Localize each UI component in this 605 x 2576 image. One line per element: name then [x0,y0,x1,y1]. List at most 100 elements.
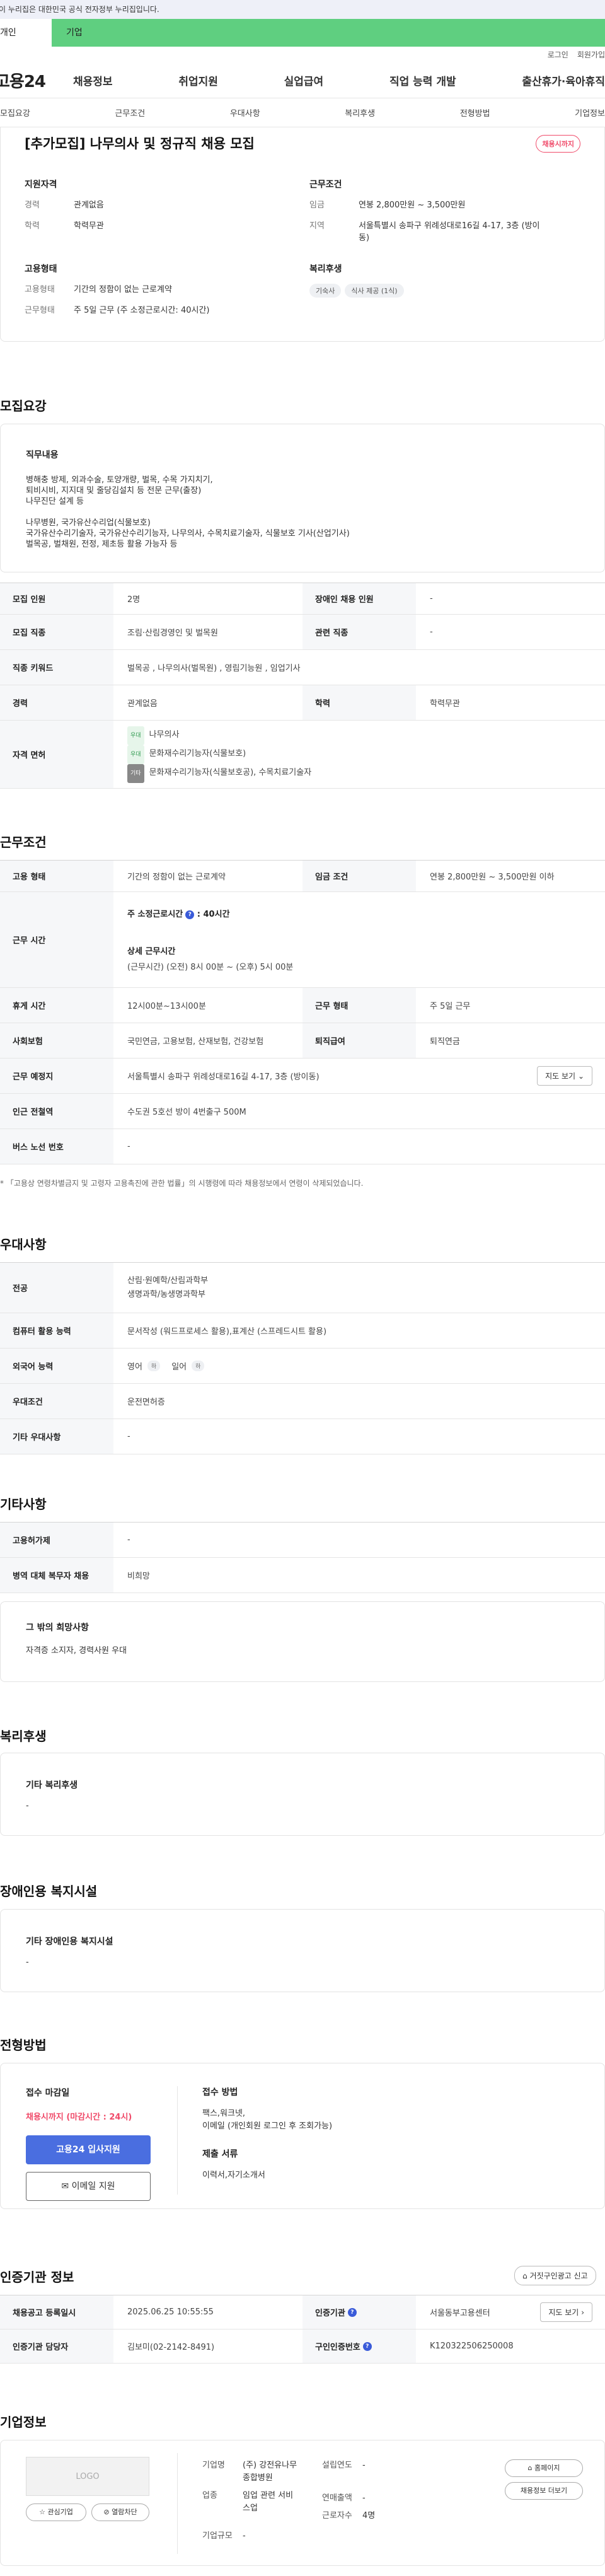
deadline-badge: 채용시까지 [536,135,580,153]
table-row: 컴퓨터 활용 능력 문서작성 (워드프로세스 활용),표계산 (스프레드시트 활용… [0,1313,605,1349]
table-row: 사회보험 국민연금, 고용보험, 산재보험, 건강보험 퇴직급여 퇴직연금 [0,1023,605,1059]
map-button[interactable]: 지도 보기 ⌄ [537,1066,592,1086]
gnb-item-leave[interactable]: 출산휴가·육아휴직 [522,73,605,88]
apply-button[interactable]: 고용24 입사지원 [26,2135,151,2164]
block-icon: ⊘ [103,2508,110,2516]
company-box: LOGO ☆ 관심기업 ⊘ 열람차단 기업명 (주) 강전유나무종합병원 설립연도 -… [0,2440,605,2566]
table-row: 외국어 능력 영어 하 일어 하 [0,1349,605,1384]
company-section-title: 기업정보 [0,2415,47,2430]
table-row: 인증기관 담당자 김보미(02-2142-8491) 구인인증번호? K1203225… [0,2329,605,2364]
employment-type-block: 고용형태 고용형태 기간의 정함이 없는 근로계약 근무형태 주 5일 근무 (주 … [25,264,210,315]
table-row: 고용 형태 기간의 정함이 없는 근로계약 임금 조건 연봉 2,800만원 ~ 3,… [0,861,605,892]
join-link[interactable]: 회원가입 [577,50,605,59]
login-link[interactable]: 로그인 [548,50,568,59]
chevron-right-icon: › [581,2308,584,2317]
preference-table: 전공 산림·원예학/산림과학부 생명과학/농생명과학부 컴퓨터 활용 능력 문서작성 … [0,1262,605,1454]
map-button[interactable]: 지도 보기 › [540,2302,592,2322]
global-nav: 고용24 채용정보 취업지원 실업급여 직업 능력 개발 출산휴가·육아휴직 [0,63,605,98]
table-row: 근무 시간 주 소정근로시간? : 40시간 상세 근무시간 (근무시간) (오… [0,892,605,988]
table-row: 경력 관계없음 학력 학력무관 [0,685,605,721]
duty-line [26,507,579,518]
block-company-button[interactable]: ⊘ 열람차단 [91,2503,149,2521]
other-table: 고용허가제 - 병역 대체 복무자 채용 비희망 [0,1522,605,1593]
recruit-section-title: 모집요강 [0,398,47,414]
disability-section-title: 장애인용 복지시설 [0,1884,98,1899]
table-row: 자격 면허 우대 나무의사 우대 문화재수리기능자(식물보호) 기타 문화재수리기능자… [0,721,605,789]
gnb-item-unemployment[interactable]: 실업급여 [284,73,324,88]
segment-company[interactable]: 기업 [52,19,605,47]
info-icon[interactable]: ? [362,2341,372,2351]
duty-box: 직무내용 병해충 방제, 외과수술, 토양개량, 벌목, 수목 가지치기, 퇴비시… [0,424,605,572]
welfare-chip: 식사 제공 (1식) [345,284,404,298]
table-row: 병역 대체 복무자 채용 비희망 [0,1558,605,1593]
table-row: 직종 키워드 벌목공 , 나무의사(벌목원) , 영림기능원 , 임업기사 [0,650,605,685]
company-info: 기업명 (주) 강전유나무종합병원 설립연도 - 업종 임업 관련 서비스업 연매출액 근로… [202,2461,376,2541]
tab-conditions[interactable]: 근무조건 [115,107,145,119]
condition-block: 근무조건 임금 연봉 2,800만원 ~ 3,500만원 지역 서울특별시 송파구 … [309,180,540,243]
divider [177,2453,178,2554]
favorite-company-button[interactable]: ☆ 관심기업 [26,2503,86,2521]
duty-line: 나무진단 설계 등 [26,497,84,506]
table-row: 휴게 시간 12시00분~13시00분 근무 형태 주 5일 근무 [0,988,605,1023]
gnb-item-training[interactable]: 직업 능력 개발 [389,73,456,88]
gnb-item-support[interactable]: 취업지원 [178,73,218,88]
email-apply-button[interactable]: ✉ 이메일 지원 [26,2172,151,2201]
welfare-block: 복리후생 기숙사 식사 제공 (1식) [309,262,549,298]
other-wish-box: 그 밖의 희망사항 자격증 소지자, 경력사원 우대 [0,1601,605,1682]
table-row: 버스 노선 번호 - [0,1129,605,1164]
chevron-down-icon: ⌄ [577,1072,584,1081]
section-tabs: 모집요강 근무조건 우대사항 복리후생 전형방법 기업정보 [0,98,605,127]
table-row: 채용공고 등록일시 2025.06.25 10:55:55 인증기관? 서울동부고용센… [0,2295,605,2329]
info-icon[interactable]: ? [347,2307,357,2317]
duty-content: 병해충 방제, 외과수술, 토양개량, 벌목, 수목 가지치기, 퇴비시비, 지지… [26,475,579,550]
info-icon[interactable]: ? [185,910,195,919]
deadline-block: 접수 마감일 채용시까지 (마감시간 : 24시) [26,2088,132,2122]
home-icon: ⌂ [527,2464,533,2472]
tab-recruit[interactable]: 모집요강 [0,107,30,119]
preference-section-title: 우대사항 [0,1237,47,1252]
divider [177,2086,178,2195]
star-icon: ☆ [39,2508,45,2516]
duty-line: 병해충 방제, 외과수술, 토양개량, 벌목, 수목 가지치기, [26,475,213,485]
table-row: 모집 인원 2명 장애인 채용 인원 - [0,583,605,615]
home-icon: ⌂ [522,2271,527,2280]
segment-personal[interactable]: 개인 [0,19,52,47]
qualification-block: 지원자격 경력 관계없음 학력 학력무관 [25,180,104,231]
other-section-title: 기타사항 [0,1497,47,1512]
method-block: 접수 방법 팩스,워크넷, 이메일 (개인회원 로그인 후 조회가능) 제출 서… [202,2087,333,2180]
welfare-chip: 기숙사 [309,284,342,298]
tab-preference[interactable]: 우대사항 [230,107,260,119]
duty-line: 나무병원, 국가유산수리업(식물보호) [26,518,151,528]
process-box: 접수 마감일 채용시까지 (마감시간 : 24시) 고용24 입사지원 ✉ 이메… [0,2063,605,2209]
duty-line: 국가유산수리기술자, 국가유산수리기능자, 나무의사, 수목치료기술자, 식물보… [26,529,350,538]
cert-section-title: 인증기관 정보 [0,2270,74,2285]
tab-welfare[interactable]: 복리후생 [345,107,375,119]
gnb-menu: 채용정보 취업지원 실업급여 직업 능력 개발 출산휴가·육아휴직 [73,73,605,88]
welfare-box: 기타 복리후생 - [0,1753,605,1836]
conditions-table: 고용 형태 기간의 정함이 없는 근로계약 임금 조건 연봉 2,800만원 ~ 3,… [0,860,605,1164]
report-button[interactable]: ⌂ 거짓구인광고 신고 [514,2266,596,2285]
tab-process[interactable]: 전형방법 [460,107,490,119]
tab-company[interactable]: 기업정보 [575,107,605,119]
recruit-table: 모집 인원 2명 장애인 채용 인원 - 모집 직종 조림·산림경영인 및 벌목원 관련 … [0,583,605,789]
table-row: 전공 산림·원예학/산림과학부 생명과학/농생명과학부 [0,1263,605,1313]
homepage-button[interactable]: ⌂ 홈페이지 [505,2459,583,2477]
table-row: 기타 우대사항 - [0,1419,605,1454]
table-row: 근무 예정지 서울특별시 송파구 위례성대로16길 4-17, 3층 (방이동) 지… [0,1059,605,1094]
table-row: 모집 직종 조림·산림경영인 및 벌목원 관련 직종 - [0,615,605,650]
table-row: 우대조건 운전면허증 [0,1384,605,1419]
gnb-item-jobs[interactable]: 채용정보 [73,73,113,88]
site-logo[interactable]: 고용24 [0,69,73,92]
age-notice: * 「고용상 연령차별금지 및 고령자 고용촉진에 관한 법률」의 시행령에 따… [0,1179,364,1188]
job-summary-card: [추가모집] 나무의사 및 정규직 채용 모집 채용시까지 지원자격 경력 관계없… [0,127,605,342]
cert-table: 채용공고 등록일시 2025.06.25 10:55:55 인증기관? 서울동부고용센… [0,2295,605,2364]
more-jobs-button[interactable]: 채용정보 더보기 [505,2482,583,2500]
duty-line: 벌목공, 벌채원, 전정, 제초등 활용 가능자 등 [26,540,178,549]
duty-line: 퇴비시비, 지지대 및 줄당김설치 등 전문 근무(출장) [26,486,202,496]
table-row: 인근 전철역 수도권 5호선 방이 4번출구 500M [0,1094,605,1129]
mail-icon: ✉ [61,2181,69,2191]
user-segment: 개인 기업 [0,19,605,47]
conditions-section-title: 근무조건 [0,835,47,850]
util-bar: 로그인 회원가입 [0,47,605,63]
gov-notice: 이 누리집은 대한민국 공식 전자정부 누리집입니다. [0,0,605,19]
